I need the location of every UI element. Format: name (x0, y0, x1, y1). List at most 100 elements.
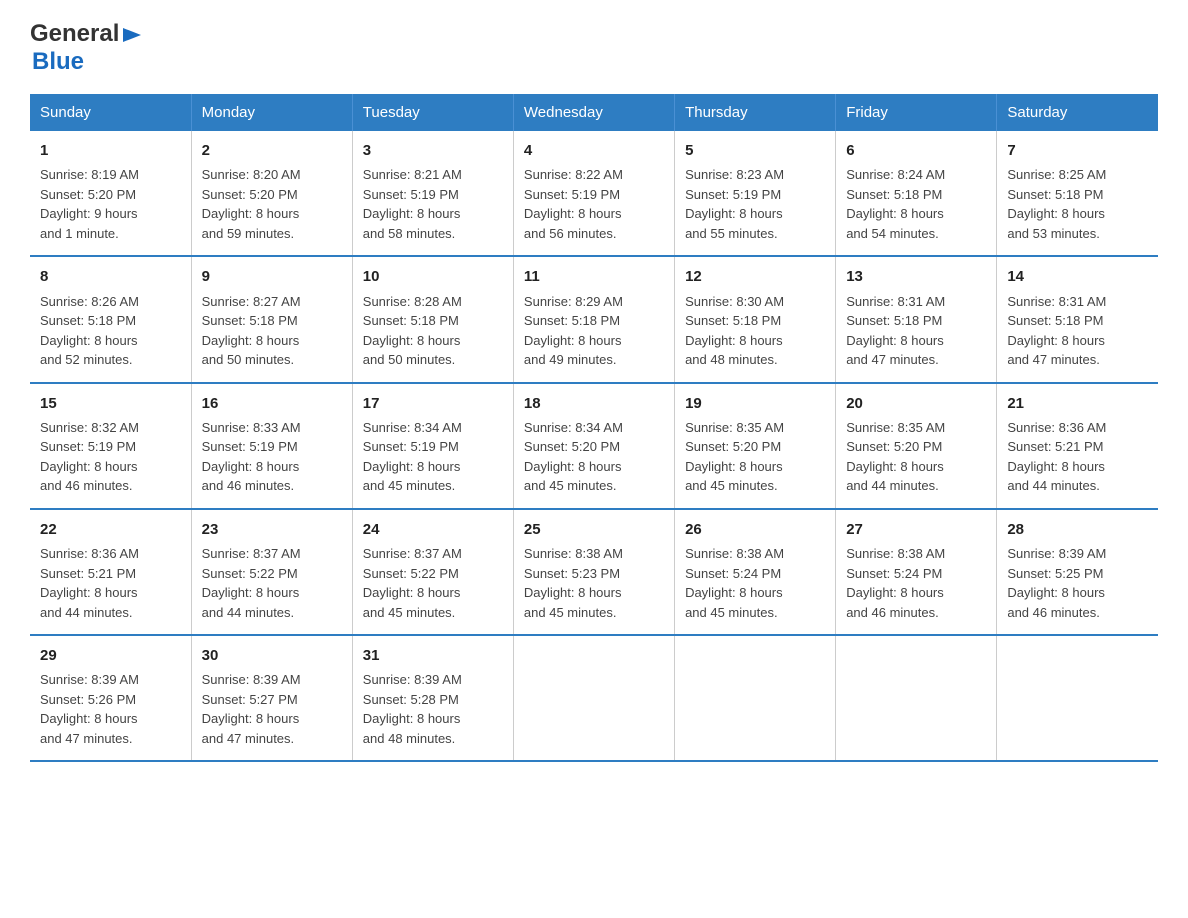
calendar-cell: 28 Sunrise: 8:39 AMSunset: 5:25 PMDaylig… (997, 509, 1158, 635)
day-number: 28 (1007, 518, 1148, 541)
calendar-cell: 22 Sunrise: 8:36 AMSunset: 5:21 PMDaylig… (30, 509, 191, 635)
day-info: Sunrise: 8:27 AMSunset: 5:18 PMDaylight:… (202, 292, 342, 370)
week-row-4: 22 Sunrise: 8:36 AMSunset: 5:21 PMDaylig… (30, 509, 1158, 635)
day-info: Sunrise: 8:19 AMSunset: 5:20 PMDaylight:… (40, 165, 181, 243)
calendar-cell: 1 Sunrise: 8:19 AMSunset: 5:20 PMDayligh… (30, 131, 191, 256)
day-info: Sunrise: 8:38 AMSunset: 5:23 PMDaylight:… (524, 544, 664, 622)
day-number: 24 (363, 518, 503, 541)
week-row-5: 29 Sunrise: 8:39 AMSunset: 5:26 PMDaylig… (30, 635, 1158, 761)
calendar-cell: 20 Sunrise: 8:35 AMSunset: 5:20 PMDaylig… (836, 383, 997, 509)
day-info: Sunrise: 8:39 AMSunset: 5:28 PMDaylight:… (363, 670, 503, 748)
calendar-cell: 9 Sunrise: 8:27 AMSunset: 5:18 PMDayligh… (191, 256, 352, 382)
day-info: Sunrise: 8:23 AMSunset: 5:19 PMDaylight:… (685, 165, 825, 243)
calendar-cell: 8 Sunrise: 8:26 AMSunset: 5:18 PMDayligh… (30, 256, 191, 382)
day-number: 27 (846, 518, 986, 541)
calendar-cell: 23 Sunrise: 8:37 AMSunset: 5:22 PMDaylig… (191, 509, 352, 635)
day-number: 21 (1007, 392, 1148, 415)
calendar-cell: 5 Sunrise: 8:23 AMSunset: 5:19 PMDayligh… (675, 131, 836, 256)
header-tuesday: Tuesday (352, 94, 513, 131)
calendar-cell: 11 Sunrise: 8:29 AMSunset: 5:18 PMDaylig… (513, 256, 674, 382)
day-info: Sunrise: 8:21 AMSunset: 5:19 PMDaylight:… (363, 165, 503, 243)
calendar-cell: 29 Sunrise: 8:39 AMSunset: 5:26 PMDaylig… (30, 635, 191, 761)
calendar-cell: 16 Sunrise: 8:33 AMSunset: 5:19 PMDaylig… (191, 383, 352, 509)
day-info: Sunrise: 8:31 AMSunset: 5:18 PMDaylight:… (1007, 292, 1148, 370)
day-number: 26 (685, 518, 825, 541)
calendar-cell (675, 635, 836, 761)
day-info: Sunrise: 8:30 AMSunset: 5:18 PMDaylight:… (685, 292, 825, 370)
day-number: 10 (363, 265, 503, 288)
calendar-cell: 24 Sunrise: 8:37 AMSunset: 5:22 PMDaylig… (352, 509, 513, 635)
calendar-cell: 30 Sunrise: 8:39 AMSunset: 5:27 PMDaylig… (191, 635, 352, 761)
calendar-cell: 25 Sunrise: 8:38 AMSunset: 5:23 PMDaylig… (513, 509, 674, 635)
day-number: 19 (685, 392, 825, 415)
day-number: 29 (40, 644, 181, 667)
day-number: 30 (202, 644, 342, 667)
calendar-cell: 15 Sunrise: 8:32 AMSunset: 5:19 PMDaylig… (30, 383, 191, 509)
calendar-cell: 26 Sunrise: 8:38 AMSunset: 5:24 PMDaylig… (675, 509, 836, 635)
calendar-cell: 10 Sunrise: 8:28 AMSunset: 5:18 PMDaylig… (352, 256, 513, 382)
day-number: 9 (202, 265, 342, 288)
day-number: 8 (40, 265, 181, 288)
day-info: Sunrise: 8:22 AMSunset: 5:19 PMDaylight:… (524, 165, 664, 243)
header-monday: Monday (191, 94, 352, 131)
day-info: Sunrise: 8:28 AMSunset: 5:18 PMDaylight:… (363, 292, 503, 370)
day-info: Sunrise: 8:20 AMSunset: 5:20 PMDaylight:… (202, 165, 342, 243)
day-info: Sunrise: 8:26 AMSunset: 5:18 PMDaylight:… (40, 292, 181, 370)
day-number: 1 (40, 139, 181, 162)
day-info: Sunrise: 8:32 AMSunset: 5:19 PMDaylight:… (40, 418, 181, 496)
day-info: Sunrise: 8:34 AMSunset: 5:19 PMDaylight:… (363, 418, 503, 496)
calendar-cell: 14 Sunrise: 8:31 AMSunset: 5:18 PMDaylig… (997, 256, 1158, 382)
day-info: Sunrise: 8:33 AMSunset: 5:19 PMDaylight:… (202, 418, 342, 496)
day-number: 6 (846, 139, 986, 162)
calendar-table: SundayMondayTuesdayWednesdayThursdayFrid… (30, 94, 1158, 762)
logo-arrow-icon (121, 24, 143, 46)
logo-general-text: General (30, 20, 119, 48)
calendar-cell: 4 Sunrise: 8:22 AMSunset: 5:19 PMDayligh… (513, 131, 674, 256)
week-row-2: 8 Sunrise: 8:26 AMSunset: 5:18 PMDayligh… (30, 256, 1158, 382)
week-row-3: 15 Sunrise: 8:32 AMSunset: 5:19 PMDaylig… (30, 383, 1158, 509)
calendar-cell: 6 Sunrise: 8:24 AMSunset: 5:18 PMDayligh… (836, 131, 997, 256)
calendar-cell: 19 Sunrise: 8:35 AMSunset: 5:20 PMDaylig… (675, 383, 836, 509)
day-number: 13 (846, 265, 986, 288)
day-info: Sunrise: 8:39 AMSunset: 5:25 PMDaylight:… (1007, 544, 1148, 622)
day-info: Sunrise: 8:38 AMSunset: 5:24 PMDaylight:… (846, 544, 986, 622)
day-number: 20 (846, 392, 986, 415)
calendar-cell (997, 635, 1158, 761)
page-header: General Blue (30, 20, 1158, 76)
day-info: Sunrise: 8:37 AMSunset: 5:22 PMDaylight:… (202, 544, 342, 622)
day-info: Sunrise: 8:39 AMSunset: 5:26 PMDaylight:… (40, 670, 181, 748)
calendar-header-row: SundayMondayTuesdayWednesdayThursdayFrid… (30, 94, 1158, 131)
day-number: 3 (363, 139, 503, 162)
day-info: Sunrise: 8:29 AMSunset: 5:18 PMDaylight:… (524, 292, 664, 370)
day-number: 12 (685, 265, 825, 288)
day-number: 18 (524, 392, 664, 415)
day-number: 16 (202, 392, 342, 415)
calendar-cell: 27 Sunrise: 8:38 AMSunset: 5:24 PMDaylig… (836, 509, 997, 635)
header-wednesday: Wednesday (513, 94, 674, 131)
calendar-cell: 3 Sunrise: 8:21 AMSunset: 5:19 PMDayligh… (352, 131, 513, 256)
logo-blue-text: Blue (32, 48, 84, 75)
header-sunday: Sunday (30, 94, 191, 131)
calendar-cell: 13 Sunrise: 8:31 AMSunset: 5:18 PMDaylig… (836, 256, 997, 382)
day-info: Sunrise: 8:39 AMSunset: 5:27 PMDaylight:… (202, 670, 342, 748)
day-number: 23 (202, 518, 342, 541)
day-info: Sunrise: 8:25 AMSunset: 5:18 PMDaylight:… (1007, 165, 1148, 243)
day-number: 17 (363, 392, 503, 415)
calendar-cell: 12 Sunrise: 8:30 AMSunset: 5:18 PMDaylig… (675, 256, 836, 382)
day-number: 25 (524, 518, 664, 541)
calendar-cell: 18 Sunrise: 8:34 AMSunset: 5:20 PMDaylig… (513, 383, 674, 509)
calendar-cell: 21 Sunrise: 8:36 AMSunset: 5:21 PMDaylig… (997, 383, 1158, 509)
logo: General Blue (30, 20, 143, 76)
day-info: Sunrise: 8:35 AMSunset: 5:20 PMDaylight:… (685, 418, 825, 496)
header-saturday: Saturday (997, 94, 1158, 131)
day-number: 2 (202, 139, 342, 162)
day-info: Sunrise: 8:24 AMSunset: 5:18 PMDaylight:… (846, 165, 986, 243)
day-info: Sunrise: 8:35 AMSunset: 5:20 PMDaylight:… (846, 418, 986, 496)
day-info: Sunrise: 8:34 AMSunset: 5:20 PMDaylight:… (524, 418, 664, 496)
calendar-cell: 2 Sunrise: 8:20 AMSunset: 5:20 PMDayligh… (191, 131, 352, 256)
calendar-cell: 7 Sunrise: 8:25 AMSunset: 5:18 PMDayligh… (997, 131, 1158, 256)
calendar-cell: 17 Sunrise: 8:34 AMSunset: 5:19 PMDaylig… (352, 383, 513, 509)
header-thursday: Thursday (675, 94, 836, 131)
day-number: 22 (40, 518, 181, 541)
day-number: 5 (685, 139, 825, 162)
